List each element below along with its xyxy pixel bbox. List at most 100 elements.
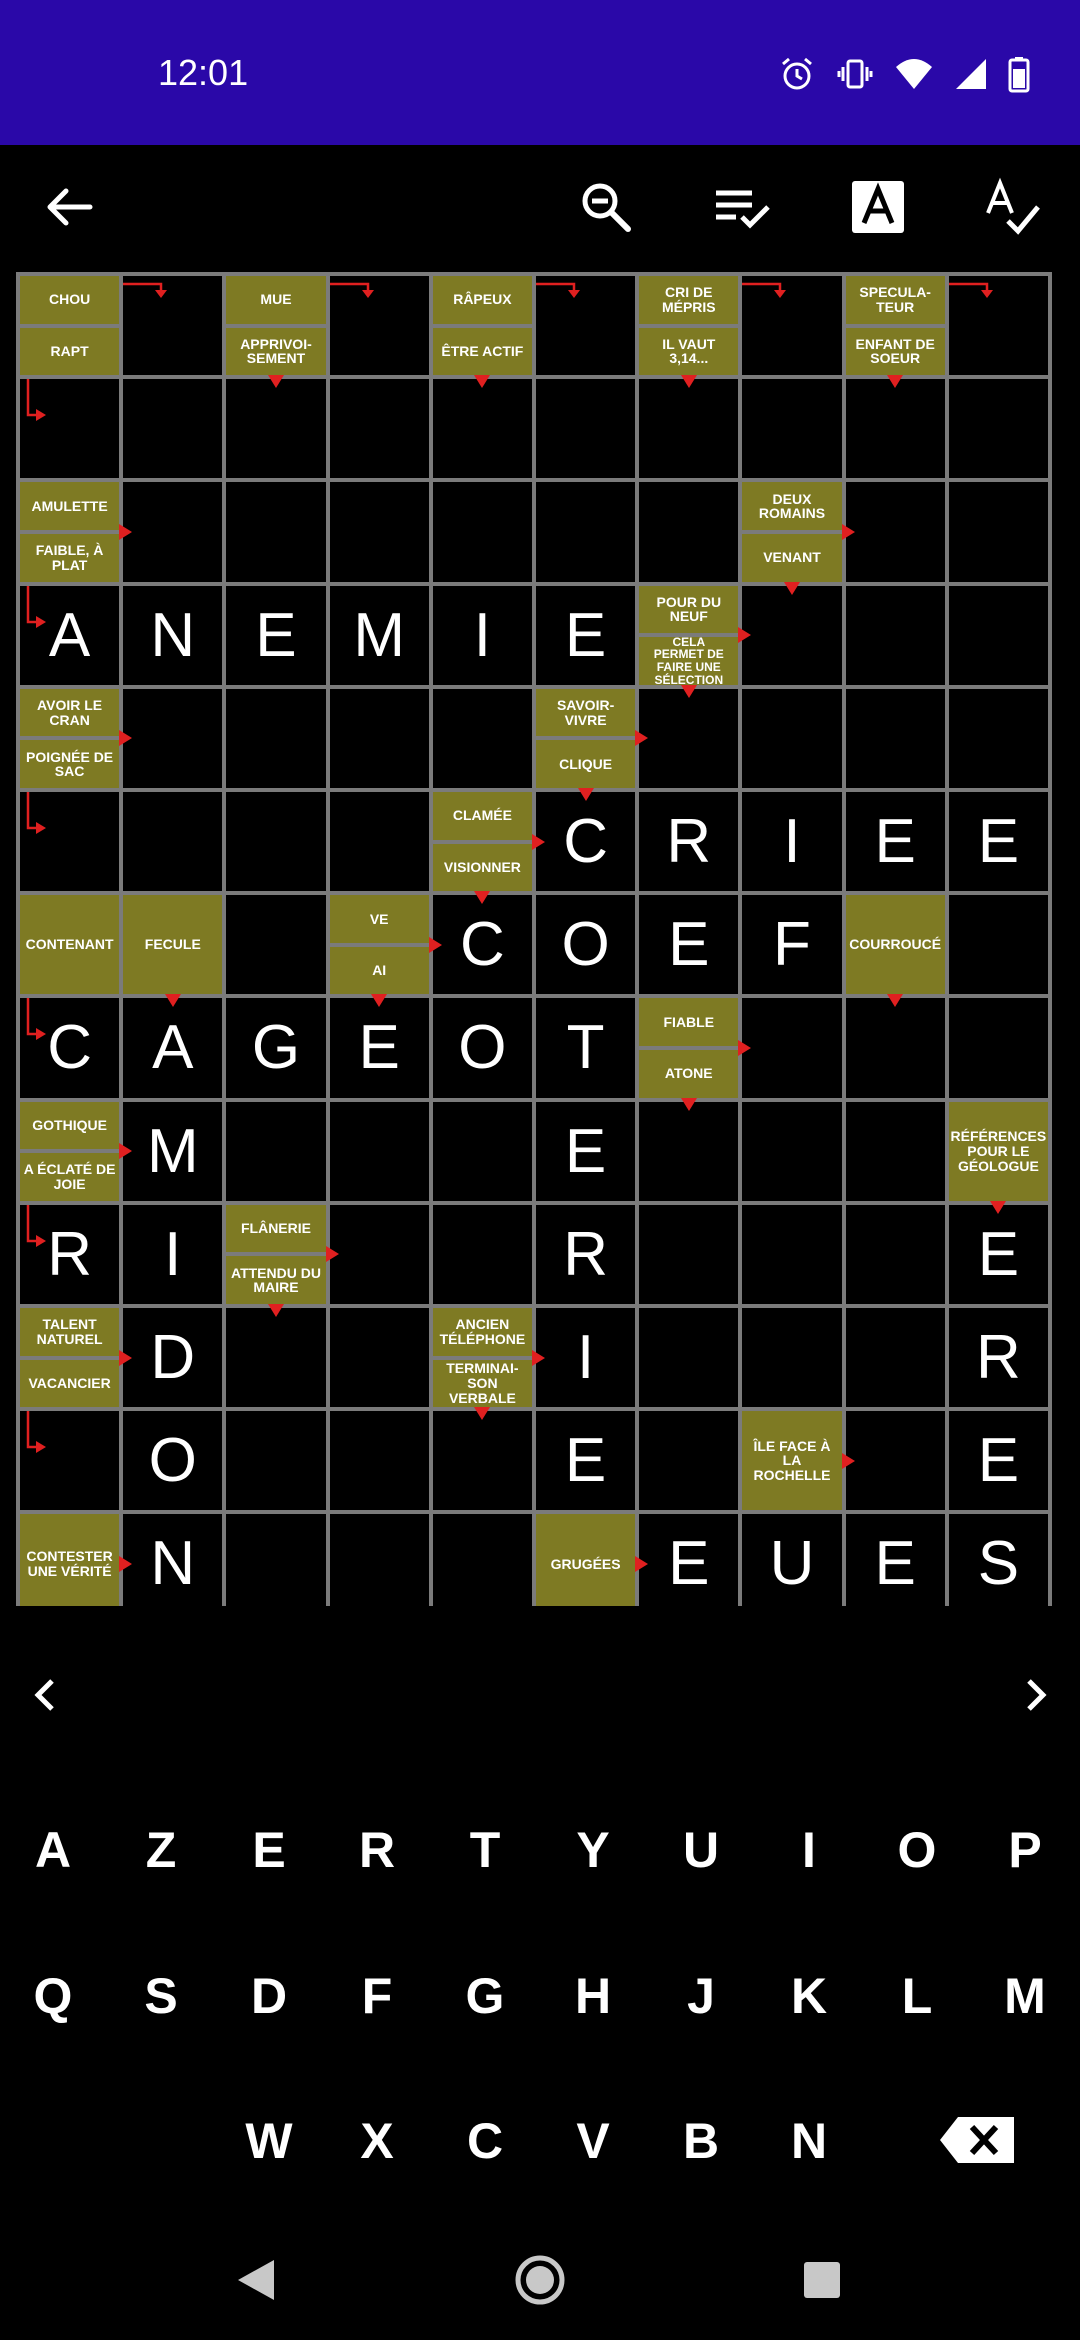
- grid-cell[interactable]: [742, 379, 842, 479]
- grid-cell[interactable]: [845, 1308, 945, 1408]
- key-m[interactable]: M: [980, 1946, 1070, 2046]
- clue-definition[interactable]: CLIQUE: [536, 740, 636, 788]
- grid-cell[interactable]: [123, 1411, 223, 1511]
- grid-cell[interactable]: [226, 998, 326, 1098]
- grid-cell[interactable]: [432, 1411, 532, 1511]
- clue-definition[interactable]: RÉFÉRENCES POUR LE GÉOLOGUE: [948, 1101, 1048, 1201]
- grid-cell[interactable]: [742, 1204, 842, 1304]
- grid-cell[interactable]: [742, 688, 842, 788]
- grid-cell[interactable]: [329, 1308, 429, 1408]
- grid-cell[interactable]: [948, 379, 1048, 479]
- clue-definition[interactable]: CONTENANT: [20, 895, 120, 995]
- grid-cell[interactable]: [639, 379, 739, 479]
- zoom-out-button[interactable]: [566, 167, 646, 247]
- clue-definition[interactable]: FAIBLE, À PLAT: [20, 534, 120, 582]
- grid-cell[interactable]: [639, 688, 739, 788]
- grid-cell[interactable]: [639, 1308, 739, 1408]
- grid-cell[interactable]: [226, 1101, 326, 1201]
- grid-cell[interactable]: [123, 585, 223, 685]
- grid-cell[interactable]: [948, 895, 1048, 995]
- key-v[interactable]: V: [548, 2091, 638, 2191]
- key-b[interactable]: B: [656, 2091, 746, 2191]
- grid-cell[interactable]: [226, 1514, 326, 1606]
- key-j[interactable]: J: [656, 1946, 746, 2046]
- grid-cell[interactable]: [432, 1204, 532, 1304]
- grid-cell[interactable]: [432, 688, 532, 788]
- clue-definition[interactable]: FECULE: [123, 895, 223, 995]
- grid-cell[interactable]: [536, 379, 636, 479]
- key-h[interactable]: H: [548, 1946, 638, 2046]
- grid-cell[interactable]: [329, 585, 429, 685]
- grid-cell[interactable]: [639, 1204, 739, 1304]
- grid-cell[interactable]: [948, 998, 1048, 1098]
- grid-cell[interactable]: [123, 998, 223, 1098]
- grid-cell[interactable]: [432, 379, 532, 479]
- key-f[interactable]: F: [332, 1946, 422, 2046]
- grid-cell[interactable]: [845, 792, 945, 892]
- next-clue-button[interactable]: [1005, 1665, 1065, 1725]
- grid-cell[interactable]: [536, 1308, 636, 1408]
- grid-cell[interactable]: [948, 1514, 1048, 1606]
- clue-definition[interactable]: TALENT NATUREL: [20, 1308, 120, 1356]
- grid-cell[interactable]: [742, 1514, 842, 1606]
- clue-definition[interactable]: COURROUCÉ: [845, 895, 945, 995]
- key-a[interactable]: A: [8, 1800, 98, 1900]
- clue-definition[interactable]: TERMINAI- SON VERBALE: [432, 1359, 532, 1408]
- clue-definition[interactable]: MUE: [226, 276, 326, 324]
- clue-definition[interactable]: DEUX ROMAINS: [742, 482, 842, 530]
- key-t[interactable]: T: [440, 1800, 530, 1900]
- clue-definition[interactable]: CLAMÉE: [432, 792, 532, 840]
- grid-cell[interactable]: [845, 1514, 945, 1606]
- grid-cell[interactable]: [742, 1101, 842, 1201]
- grid-cell[interactable]: [536, 1411, 636, 1511]
- grid-cell[interactable]: [329, 1411, 429, 1511]
- grid-cell[interactable]: [742, 998, 842, 1098]
- grid-cell[interactable]: [226, 585, 326, 685]
- clue-definition[interactable]: CHOU: [20, 276, 120, 324]
- grid-cell[interactable]: [639, 792, 739, 892]
- grid-cell[interactable]: [742, 792, 842, 892]
- clue-definition[interactable]: CONTESTER UNE VÉRITÉ: [20, 1514, 120, 1606]
- grid-cell[interactable]: [432, 998, 532, 1098]
- grid-cell[interactable]: [742, 1308, 842, 1408]
- grid-cell[interactable]: [536, 1204, 636, 1304]
- system-recents-button[interactable]: [792, 2250, 852, 2310]
- clue-definition[interactable]: ÎLE FACE À LA ROCHELLE: [742, 1411, 842, 1511]
- clue-definition[interactable]: GOTHIQUE: [20, 1101, 120, 1150]
- grid-cell[interactable]: [845, 1411, 945, 1511]
- grid-cell[interactable]: [329, 482, 429, 582]
- clue-definition[interactable]: GRUGÉES: [536, 1514, 636, 1606]
- clue-definition[interactable]: ANCIEN TÉLÉPHONE: [432, 1308, 532, 1356]
- grid-cell[interactable]: [123, 1514, 223, 1606]
- grid-cell[interactable]: [742, 585, 842, 685]
- key-q[interactable]: Q: [8, 1946, 98, 2046]
- clue-definition[interactable]: VE: [329, 895, 429, 943]
- key-y[interactable]: Y: [548, 1800, 638, 1900]
- grid-cell[interactable]: [845, 482, 945, 582]
- grid-cell[interactable]: [948, 792, 1048, 892]
- key-i[interactable]: I: [764, 1800, 854, 1900]
- clue-definition[interactable]: FLÂNERIE: [226, 1204, 326, 1253]
- grid-cell[interactable]: [536, 482, 636, 582]
- grid-cell[interactable]: [845, 688, 945, 788]
- grid-cell[interactable]: [845, 1204, 945, 1304]
- grid-cell[interactable]: [226, 1308, 326, 1408]
- letter-mode-button[interactable]: [838, 167, 918, 247]
- clue-definition[interactable]: A ÉCLATÉ DE JOIE: [20, 1153, 120, 1201]
- clue-list-button[interactable]: [702, 167, 782, 247]
- grid-cell[interactable]: [329, 379, 429, 479]
- clue-definition[interactable]: POUR DU NEUF: [639, 585, 739, 634]
- clue-definition[interactable]: ENFANT DE SOEUR: [845, 327, 945, 376]
- key-d[interactable]: D: [224, 1946, 314, 2046]
- grid-cell[interactable]: [432, 895, 532, 995]
- system-home-button[interactable]: [510, 2250, 570, 2310]
- grid-cell[interactable]: [536, 585, 636, 685]
- key-u[interactable]: U: [656, 1800, 746, 1900]
- grid-cell[interactable]: [432, 482, 532, 582]
- key-r[interactable]: R: [332, 1800, 422, 1900]
- grid-cell[interactable]: [845, 585, 945, 685]
- key-o[interactable]: O: [872, 1800, 962, 1900]
- grid-cell[interactable]: [329, 688, 429, 788]
- grid-cell[interactable]: [845, 379, 945, 479]
- clue-definition[interactable]: RÂPEUX: [432, 276, 532, 324]
